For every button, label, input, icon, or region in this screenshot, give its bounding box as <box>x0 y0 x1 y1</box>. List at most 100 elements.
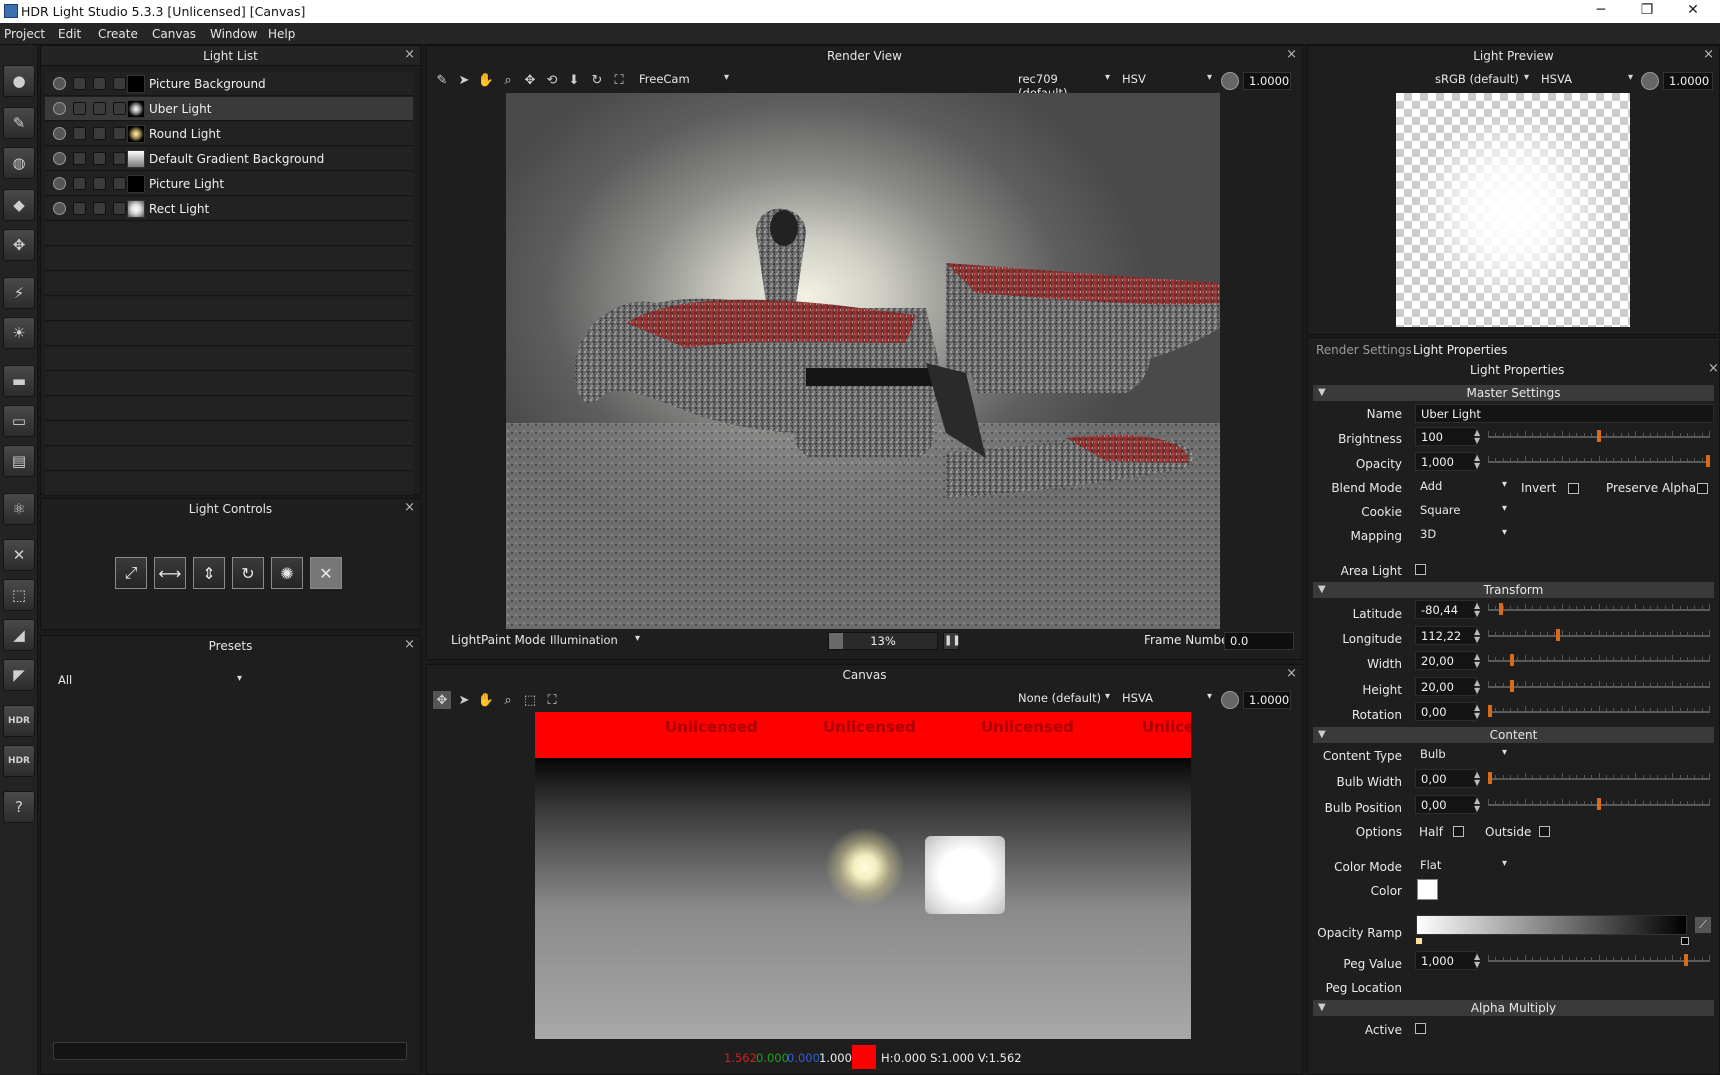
visibility-icon[interactable] <box>53 77 66 90</box>
render-colormodel-dropdown[interactable]: HSV <box>1117 71 1217 89</box>
visibility-icon[interactable] <box>53 177 66 190</box>
half-checkbox[interactable] <box>1453 826 1464 837</box>
solo-icon[interactable] <box>73 127 86 140</box>
close-icon[interactable]: × <box>404 498 415 518</box>
width-field[interactable]: 20,00 <box>1415 651 1477 670</box>
hdr-sync-button[interactable]: HDR <box>3 745 35 777</box>
content-header[interactable]: Content <box>1313 727 1714 743</box>
paint-light-tool-icon[interactable]: ✎ <box>3 107 35 139</box>
latitude-field[interactable]: -80,44 <box>1415 600 1477 619</box>
canvas-move-icon[interactable]: ✥ <box>433 691 451 709</box>
preview-exposure-field[interactable]: 1.0000 <box>1663 72 1713 90</box>
group-icon[interactable] <box>113 102 126 115</box>
latitude-spinner[interactable]: ▲ ▼ <box>1474 602 1480 618</box>
cookie-dropdown[interactable]: Square <box>1415 502 1512 520</box>
solo-icon[interactable] <box>73 152 86 165</box>
bulb-width-field[interactable]: 0,00 <box>1415 769 1477 788</box>
name-input[interactable]: Uber Light <box>1415 404 1714 423</box>
menu-window[interactable]: Window <box>210 27 257 41</box>
help-button[interactable]: ? <box>3 791 35 823</box>
preserve-alpha-checkbox[interactable] <box>1697 483 1708 494</box>
move-camera-icon[interactable]: ✥ <box>521 71 539 89</box>
refresh-icon[interactable]: ↻ <box>588 71 606 89</box>
delete-light-icon[interactable]: ✕ <box>3 539 35 571</box>
canvas-pan-icon[interactable]: ✋ <box>477 691 495 709</box>
height-spinner[interactable]: ▲ ▼ <box>1474 679 1480 695</box>
peg-value-field[interactable]: 1,000 <box>1415 951 1477 970</box>
wand-tool-icon[interactable]: ⚡ <box>3 277 35 309</box>
master-settings-header[interactable]: Master Settings <box>1313 385 1714 401</box>
slider-knob[interactable] <box>1510 654 1514 666</box>
close-icon[interactable]: × <box>1286 664 1297 684</box>
preview-colorspace-dropdown[interactable]: sRGB (default) <box>1430 71 1534 89</box>
opacity-field[interactable]: 1,000 <box>1415 452 1477 471</box>
scatter-tool-icon[interactable]: ✥ <box>3 229 35 261</box>
preview-colormodel-dropdown[interactable]: HSVA <box>1536 71 1638 89</box>
preview-exposure-icon[interactable] <box>1641 72 1659 90</box>
close-icon[interactable]: × <box>404 45 415 65</box>
group-icon[interactable] <box>113 152 126 165</box>
light-row-picture-light[interactable]: Picture Light <box>45 172 413 196</box>
slider-knob[interactable] <box>1684 954 1688 966</box>
paint-icon[interactable]: ✎ <box>433 71 451 89</box>
rim-tool-icon[interactable]: ◆ <box>3 189 35 221</box>
canvas-exposure-icon[interactable] <box>1221 691 1239 709</box>
height-field[interactable]: 20,00 <box>1415 677 1477 696</box>
group-icon[interactable] <box>113 127 126 140</box>
lock-icon[interactable] <box>93 202 106 215</box>
canvas-exposure-field[interactable]: 1.0000 <box>1243 691 1291 709</box>
light-row-round-light[interactable]: Round Light <box>45 122 413 146</box>
width-slider[interactable] <box>1488 654 1710 666</box>
visibility-icon[interactable] <box>53 152 66 165</box>
rect-light-shape[interactable] <box>925 836 1005 914</box>
brightness-field[interactable]: 100 <box>1415 427 1477 446</box>
gradient-tool-icon[interactable]: ▬ <box>3 365 35 397</box>
presets-filter-dropdown[interactable]: All <box>53 672 247 690</box>
menu-create[interactable]: Create <box>98 27 138 41</box>
scale-handle-icon[interactable]: ⤢ <box>115 557 147 589</box>
solo-icon[interactable] <box>73 77 86 90</box>
opacity-slider[interactable] <box>1488 455 1710 467</box>
slider-knob[interactable] <box>1510 680 1514 692</box>
height-slider[interactable] <box>1488 680 1710 692</box>
group-icon[interactable] <box>113 77 126 90</box>
maximize-button[interactable]: ❐ <box>1624 0 1670 23</box>
canvas-select-icon[interactable]: ➤ <box>455 691 473 709</box>
canvas-image[interactable]: Unlicensed Unlicensed Unlicensed Unlice <box>535 712 1191 1039</box>
close-icon[interactable]: × <box>1703 45 1714 65</box>
width-spinner[interactable]: ▲ ▼ <box>1474 653 1480 669</box>
slider-knob[interactable] <box>1499 603 1503 615</box>
light-row-default-gradient-background[interactable]: Default Gradient Background <box>45 147 413 171</box>
peg-value-spinner[interactable]: ▲ ▼ <box>1474 953 1480 969</box>
opacity-spinner[interactable]: ▲ ▼ <box>1474 454 1480 470</box>
canvas-colormodel-dropdown[interactable]: HSVA <box>1117 690 1217 708</box>
minimize-button[interactable]: ─ <box>1578 0 1624 23</box>
brush-tool-icon[interactable]: ◤ <box>3 659 35 691</box>
close-icon[interactable]: × <box>1708 361 1719 376</box>
slider-knob[interactable] <box>1488 772 1492 784</box>
visibility-icon[interactable] <box>53 127 66 140</box>
rotation-slider[interactable] <box>1488 705 1710 717</box>
pointer-tool-icon[interactable]: ◢ <box>3 619 35 651</box>
bulb-width-spinner[interactable]: ▲ ▼ <box>1474 771 1480 787</box>
menu-help[interactable]: Help <box>268 27 295 41</box>
brightness-slider[interactable] <box>1488 430 1710 442</box>
rotate-icon[interactable]: ↻ <box>232 557 264 589</box>
atom-tool-icon[interactable]: ⚛ <box>3 493 35 525</box>
bulb-position-spinner[interactable]: ▲ ▼ <box>1474 797 1480 813</box>
slider-knob[interactable] <box>1706 455 1710 467</box>
mapping-dropdown[interactable]: 3D <box>1415 526 1512 544</box>
close-icon[interactable]: × <box>1286 45 1297 65</box>
visibility-icon[interactable] <box>53 202 66 215</box>
canvas-fit-icon[interactable]: ⛶ <box>543 691 561 709</box>
invert-checkbox[interactable] <box>1568 483 1579 494</box>
bulb-width-slider[interactable] <box>1488 772 1710 784</box>
slider-knob[interactable] <box>1597 798 1601 810</box>
camera-dropdown[interactable]: FreeCam <box>634 71 734 89</box>
bulb-position-slider[interactable] <box>1488 798 1710 810</box>
render-image[interactable] <box>506 93 1220 629</box>
ramp-peg-start[interactable] <box>1415 937 1423 945</box>
image-tool-icon[interactable]: ▭ <box>3 405 35 437</box>
download-icon[interactable]: ⬇ <box>565 71 583 89</box>
light-row-rect-light[interactable]: Rect Light <box>45 197 413 221</box>
